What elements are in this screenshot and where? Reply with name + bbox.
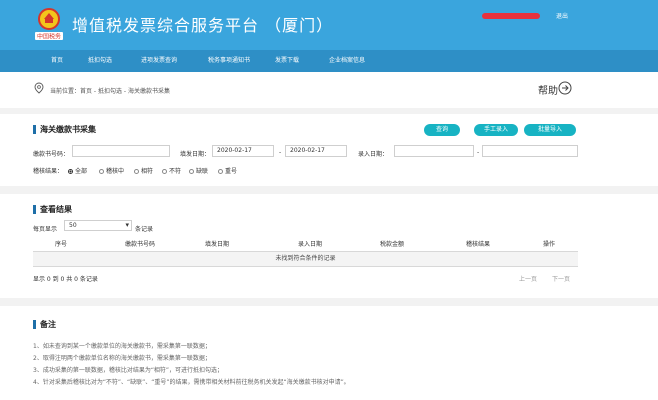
tax-emblem-logo: 中国税务 <box>35 8 63 41</box>
range-separator: - <box>279 149 282 156</box>
radio-icon <box>99 169 104 174</box>
results-section-title: 查看结果 <box>40 205 72 214</box>
radio-label: 稽核中 <box>106 168 125 175</box>
per-page-suffix: 条记录 <box>135 226 154 233</box>
empty-row: 未找到符合条件的记录 <box>33 252 578 267</box>
per-page-select[interactable]: 50 ▾ <box>64 220 132 231</box>
entry-date-label: 录入日期： <box>358 151 389 158</box>
entry-date-from-input[interactable] <box>394 145 474 157</box>
prev-page-button[interactable]: 上一页 <box>519 274 537 283</box>
table-summary: 显示 0 到 0 共 0 条记录 <box>33 276 98 283</box>
radio-mismatch[interactable]: 不符 <box>162 166 181 175</box>
main-nav: 首页 抵扣勾选 进项发票查询 税务事项通知书 发票下载 企业档案信息 <box>0 50 658 72</box>
entry-date-to-input[interactable] <box>482 145 578 157</box>
chevron-down-icon: ▾ <box>125 221 129 229</box>
collect-section-title: 海关缴款书采集 <box>40 125 96 134</box>
nav-item-deduction[interactable]: 抵扣勾选 <box>78 50 122 72</box>
section-marker <box>33 125 36 134</box>
radio-all[interactable]: 全部 <box>68 166 87 175</box>
radio-auditing[interactable]: 稽核中 <box>99 166 124 175</box>
per-page-value: 50 <box>69 222 77 229</box>
radio-icon <box>162 169 167 174</box>
col-audit-result: 稽核结果 <box>466 241 491 248</box>
radio-label: 重号 <box>225 168 238 175</box>
col-index: 序号 <box>55 241 68 248</box>
cert-no-label: 缴款书号码： <box>33 151 70 158</box>
section-marker <box>33 320 36 329</box>
col-entry-date: 录入日期 <box>298 241 323 248</box>
divider <box>0 298 658 306</box>
manual-entry-button[interactable]: 手工录入 <box>474 124 518 136</box>
page-title: 增值税发票综合服务平台 （厦门） <box>72 16 334 35</box>
batch-import-button[interactable]: 批量导入 <box>524 124 576 136</box>
section-marker <box>33 205 36 214</box>
arrow-right-circle-icon[interactable] <box>558 81 572 95</box>
col-tax-amount: 税款金额 <box>380 241 405 248</box>
svg-text:中国税务: 中国税务 <box>37 33 61 41</box>
nav-item-tax-notice[interactable]: 税务事项通知书 <box>196 50 262 72</box>
divider <box>0 186 658 194</box>
radio-icon <box>134 169 139 174</box>
radio-label: 相符 <box>141 168 154 175</box>
radio-label: 缺联 <box>196 168 209 175</box>
match-result-label: 稽核结果： <box>33 168 64 175</box>
logout-link[interactable]: 退出 <box>556 11 568 20</box>
radio-checked-icon <box>68 169 73 174</box>
location-icon <box>34 82 44 94</box>
radio-icon <box>189 169 194 174</box>
note-item: 1、如未查询到某一个缴款单位的海关缴款书，需采集第一联数据； <box>33 343 211 350</box>
radio-icon <box>218 169 223 174</box>
col-cert-no: 缴款书号码 <box>125 241 156 248</box>
divider <box>0 108 658 114</box>
cert-no-input[interactable] <box>72 145 170 157</box>
note-item: 3、成功采集的第一联数据，稽核比对结果为“相符”，可进行抵扣勾选； <box>33 367 224 374</box>
radio-label: 不符 <box>169 168 182 175</box>
col-fill-date: 填发日期 <box>205 241 230 248</box>
nav-item-home[interactable]: 首页 <box>40 50 74 72</box>
note-item: 2、取得注明两个缴款单位名称的海关缴款书，需采集第一联数据； <box>33 355 211 362</box>
user-name-badge <box>482 13 540 19</box>
note-item: 4、针对采集后稽核比对为“不符”、“缺联”、“重号”的结果，需携带相关材料前往税… <box>33 379 350 386</box>
nav-item-company-profile[interactable]: 企业档案信息 <box>318 50 376 72</box>
col-actions: 操作 <box>543 241 556 248</box>
per-page-prefix: 每页显示 <box>33 226 58 233</box>
help-link[interactable]: 帮助 <box>538 82 558 97</box>
nav-item-input-invoice-query[interactable]: 进项发票查询 <box>130 50 188 72</box>
radio-label: 全部 <box>75 168 88 175</box>
fill-date-label: 填发日期： <box>180 151 211 158</box>
breadcrumb: 当前位置：首页 - 抵扣勾选 - 海关缴款书采集 <box>50 88 170 95</box>
range-separator: - <box>477 149 480 156</box>
next-page-button[interactable]: 下一页 <box>552 274 570 283</box>
nav-item-invoice-download[interactable]: 发票下载 <box>268 50 306 72</box>
fill-date-to-input[interactable]: 2020-02-17 <box>285 145 347 157</box>
radio-match[interactable]: 相符 <box>134 166 153 175</box>
notes-section-title: 备注 <box>40 320 56 329</box>
radio-missing[interactable]: 缺联 <box>189 166 208 175</box>
query-button[interactable]: 查询 <box>424 124 460 136</box>
radio-duplicate[interactable]: 重号 <box>218 166 237 175</box>
fill-date-from-input[interactable]: 2020-02-17 <box>212 145 274 157</box>
